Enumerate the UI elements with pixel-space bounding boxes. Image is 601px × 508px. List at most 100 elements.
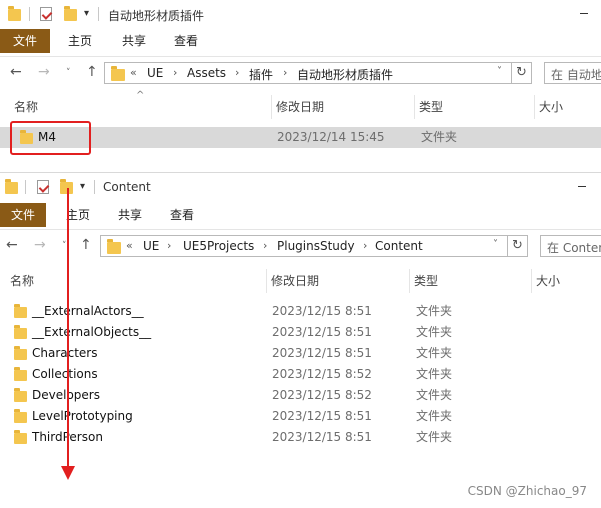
item-date: 2023/12/15 8:52 xyxy=(272,388,372,402)
customize-toolbar-icon[interactable]: ▾ xyxy=(80,181,85,192)
item-type: 文件夹 xyxy=(416,325,453,339)
folder-icon xyxy=(14,346,27,360)
breadcrumb-item[interactable]: Assets xyxy=(187,66,226,80)
column-type[interactable]: 类型 xyxy=(410,269,532,293)
folder-icon xyxy=(14,304,27,318)
item-type: 文件夹 xyxy=(416,346,453,360)
address-bar[interactable]: « UE › Assets › 插件 › 自动地形材质插件 ˅ xyxy=(104,62,512,84)
explorer-window-content: ▾ Content 文件 主页 共享 查看 ← → ˅ ↑ « UE › UE5… xyxy=(0,172,601,508)
breadcrumb-separator: › xyxy=(235,66,240,79)
customize-toolbar-icon[interactable]: ▾ xyxy=(84,8,89,19)
minimize-button[interactable] xyxy=(578,186,586,187)
item-type: 文件夹 xyxy=(416,367,453,381)
item-date: 2023/12/15 8:51 xyxy=(272,304,372,318)
item-date: 2023/12/14 15:45 xyxy=(277,130,385,144)
recent-locations-button[interactable]: ˅ xyxy=(66,68,71,78)
up-button[interactable]: ↑ xyxy=(86,64,98,80)
item-name: Developers xyxy=(32,388,100,402)
item-date: 2023/12/15 8:51 xyxy=(272,325,372,339)
folder-icon xyxy=(14,367,27,381)
folder-icon xyxy=(107,239,121,254)
tab-view[interactable]: 查看 xyxy=(164,29,208,53)
folder-icon xyxy=(14,409,27,423)
column-name[interactable]: 名称 xyxy=(6,269,267,293)
column-header-row: 名称 修改日期 类型 大小 xyxy=(0,95,601,119)
up-button[interactable]: ↑ xyxy=(80,237,92,253)
tab-share[interactable]: 共享 xyxy=(108,203,152,227)
back-button[interactable]: ← xyxy=(6,237,18,253)
item-date: 2023/12/15 8:51 xyxy=(272,346,372,360)
column-name[interactable]: 名称 xyxy=(10,95,272,119)
tab-home[interactable]: 主页 xyxy=(58,29,102,53)
item-name: __ExternalActors__ xyxy=(32,304,144,318)
breadcrumb-overflow[interactable]: « xyxy=(130,66,137,79)
recent-locations-button[interactable]: ˅ xyxy=(62,241,67,251)
search-input[interactable]: 在 自动地形材质插件 中搜索 xyxy=(544,62,601,84)
item-name: LevelPrototyping xyxy=(32,409,133,423)
back-button[interactable]: ← xyxy=(10,64,22,80)
breadcrumb-item[interactable]: UE xyxy=(143,239,159,253)
address-row: ← → ˅ ↑ « UE › Assets › 插件 › 自动地形材质插件 ˅ … xyxy=(0,56,601,90)
ribbon-tabs: 文件 主页 共享 查看 xyxy=(0,29,601,53)
forward-button[interactable]: → xyxy=(34,237,46,253)
tab-home[interactable]: 主页 xyxy=(56,203,100,227)
list-item[interactable]: __ExternalObjects__ 2023/12/15 8:51 文件夹 xyxy=(0,322,601,343)
folder-icon[interactable] xyxy=(5,179,18,194)
search-input[interactable]: 在 Content 中搜索 xyxy=(540,235,601,257)
tab-file[interactable]: 文件 xyxy=(0,203,46,227)
folder-icon xyxy=(14,430,27,444)
breadcrumb-item[interactable]: UE5Projects xyxy=(183,239,254,253)
separator xyxy=(25,180,26,194)
breadcrumb-item[interactable]: UE xyxy=(147,66,163,80)
column-size[interactable]: 大小 xyxy=(535,95,601,119)
refresh-button[interactable]: ↻ xyxy=(512,62,532,84)
window-title: Content xyxy=(103,180,151,194)
new-folder-icon[interactable] xyxy=(64,6,77,21)
address-dropdown-icon[interactable]: ˅ xyxy=(497,66,502,77)
properties-icon[interactable] xyxy=(37,180,49,194)
column-date-modified[interactable]: 修改日期 xyxy=(272,95,415,119)
breadcrumb-item[interactable]: PluginsStudy xyxy=(277,239,355,253)
breadcrumb-item[interactable]: Content xyxy=(375,239,423,253)
title-bar: ▾ Content xyxy=(0,173,601,201)
highlight-box-annotation xyxy=(10,121,91,155)
item-type: 文件夹 xyxy=(416,304,453,318)
item-date: 2023/12/15 8:51 xyxy=(272,430,372,444)
list-item[interactable]: Collections 2023/12/15 8:52 文件夹 xyxy=(0,364,601,385)
forward-button[interactable]: → xyxy=(38,64,50,80)
properties-icon[interactable] xyxy=(40,7,52,21)
breadcrumb-separator: › xyxy=(173,66,178,79)
breadcrumb-item[interactable]: 自动地形材质插件 xyxy=(297,66,393,83)
list-item[interactable]: ThirdPerson 2023/12/15 8:51 文件夹 xyxy=(0,427,601,448)
breadcrumb-item[interactable]: 插件 xyxy=(249,66,273,83)
ribbon-tabs: 文件 主页 共享 查看 xyxy=(0,203,601,227)
list-item[interactable]: Developers 2023/12/15 8:52 文件夹 xyxy=(0,385,601,406)
tab-share[interactable]: 共享 xyxy=(112,29,156,53)
separator xyxy=(94,180,95,194)
item-type: 文件夹 xyxy=(416,409,453,423)
item-type: 文件夹 xyxy=(416,430,453,444)
item-name: Collections xyxy=(32,367,98,381)
folder-icon xyxy=(14,325,27,339)
folder-icon[interactable] xyxy=(8,6,21,21)
address-row: ← → ˅ ↑ « UE › UE5Projects › PluginsStud… xyxy=(0,229,601,263)
column-date-modified[interactable]: 修改日期 xyxy=(267,269,410,293)
column-type[interactable]: 类型 xyxy=(415,95,535,119)
tab-file[interactable]: 文件 xyxy=(0,29,50,53)
breadcrumb-separator: › xyxy=(363,239,368,252)
search-placeholder: 在 自动地形材质插件 中搜索 xyxy=(551,68,601,82)
address-dropdown-icon[interactable]: ˅ xyxy=(493,239,498,250)
breadcrumb-overflow[interactable]: « xyxy=(126,239,133,252)
breadcrumb-separator: › xyxy=(167,239,172,252)
title-bar: ▾ 自动地形材质插件 xyxy=(0,0,601,28)
list-item[interactable]: Characters 2023/12/15 8:51 文件夹 xyxy=(0,343,601,364)
minimize-button[interactable] xyxy=(580,13,588,14)
list-item[interactable]: LevelPrototyping 2023/12/15 8:51 文件夹 xyxy=(0,406,601,427)
address-bar[interactable]: « UE › UE5Projects › PluginsStudy › Cont… xyxy=(100,235,508,257)
list-item[interactable]: __ExternalActors__ 2023/12/15 8:51 文件夹 xyxy=(0,301,601,322)
refresh-button[interactable]: ↻ xyxy=(508,235,528,257)
tab-view[interactable]: 查看 xyxy=(160,203,204,227)
column-size[interactable]: 大小 xyxy=(532,269,601,293)
arrow-head-annotation xyxy=(61,466,75,480)
breadcrumb-separator: › xyxy=(263,239,268,252)
